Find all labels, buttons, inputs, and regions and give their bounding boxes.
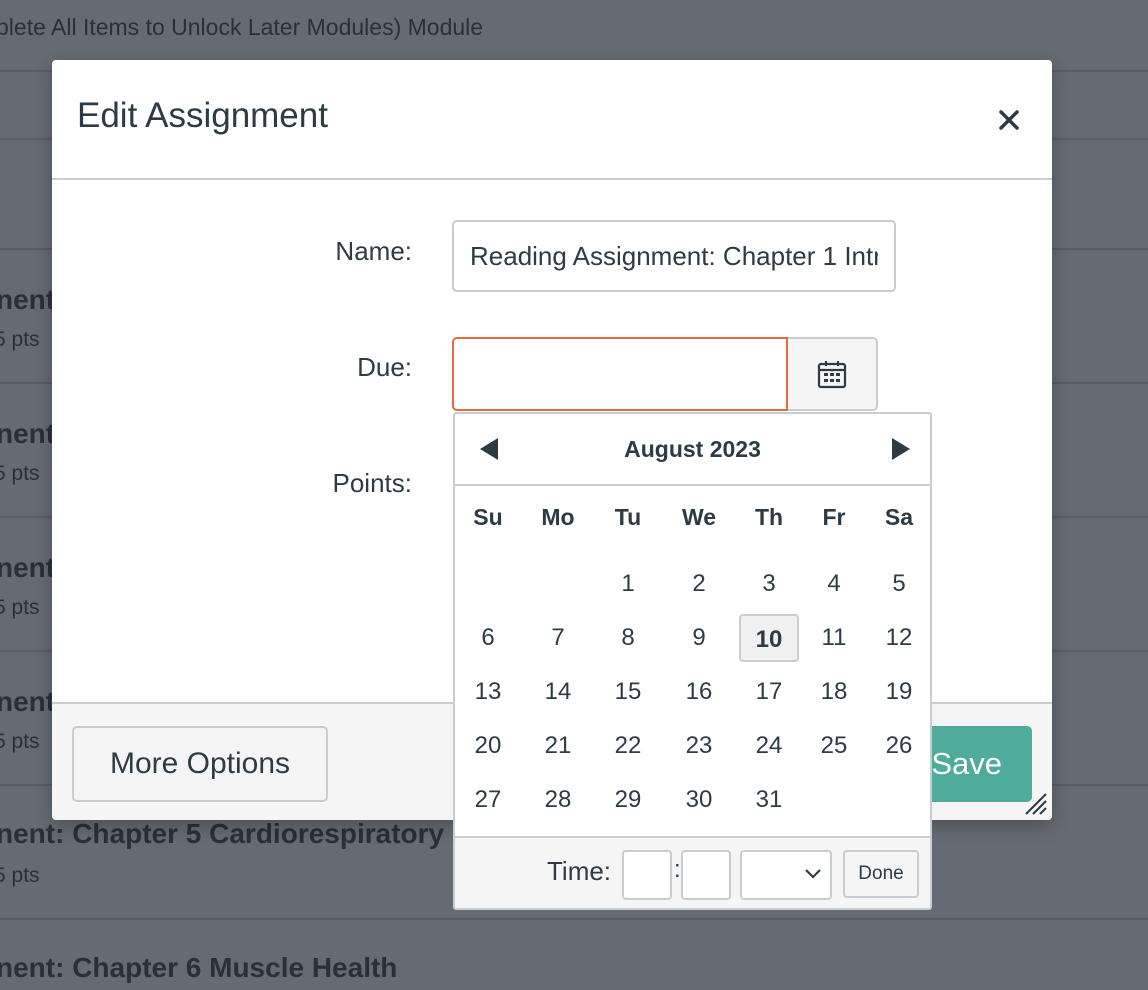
datepicker-header: August 2023: [455, 414, 930, 486]
calendar-day[interactable]: 24: [739, 722, 799, 770]
next-month-button[interactable]: [883, 432, 919, 466]
divider: [0, 918, 1148, 920]
calendar-day[interactable]: 19: [869, 668, 929, 716]
calendar-day-today[interactable]: 10: [739, 614, 799, 662]
close-icon: [999, 110, 1019, 130]
module-requirement-text: plete All Items to Unlock Later Modules)…: [0, 14, 484, 40]
calendar-day[interactable]: 5: [869, 560, 929, 608]
module-item-title[interactable]: nent: [0, 686, 55, 718]
calendar-button[interactable]: [788, 337, 878, 411]
calendar-day[interactable]: 8: [598, 614, 658, 662]
module-item-points: 5 pts: [0, 864, 40, 887]
calendar-day[interactable]: 15: [598, 668, 658, 716]
calendar-day[interactable]: 31: [739, 776, 799, 824]
time-label: Time:: [547, 856, 612, 886]
module-item-title[interactable]: nent: Chapter 6 Muscle Health: [0, 952, 397, 984]
due-date-input[interactable]: [452, 337, 788, 411]
module-item-title[interactable]: nent: [0, 284, 55, 316]
calendar-day[interactable]: 9: [669, 614, 729, 662]
close-button[interactable]: [987, 98, 1031, 142]
weekday-label: Th: [754, 504, 784, 530]
dialog-title: Edit Assignment: [77, 96, 328, 135]
calendar-day[interactable]: 13: [458, 668, 518, 716]
calendar-day[interactable]: 30: [669, 776, 729, 824]
calendar-day[interactable]: 28: [528, 776, 588, 824]
datepicker: August 2023 Su Mo Tu We Th Fr Sa 1 2 3 4 5 6 7 8 9 10 11…: [453, 412, 932, 910]
calendar-day[interactable]: 11: [804, 614, 864, 662]
module-item-points: 5 pts: [0, 730, 40, 753]
ampm-select[interactable]: [740, 850, 832, 900]
module-item-points: 5 pts: [0, 462, 40, 485]
module-item-title[interactable]: nent: [0, 418, 55, 450]
calendar-day[interactable]: 26: [869, 722, 929, 770]
calendar-day[interactable]: 6: [458, 614, 518, 662]
time-separator: :: [674, 856, 681, 883]
resize-grip-icon[interactable]: [1020, 788, 1048, 816]
due-label: Due:: [357, 352, 412, 382]
done-button[interactable]: Done: [843, 850, 919, 898]
calendar-day[interactable]: 29: [598, 776, 658, 824]
calendar-day[interactable]: 27: [458, 776, 518, 824]
calendar-day[interactable]: 14: [528, 668, 588, 716]
weekday-label: Mo: [541, 504, 575, 530]
weekday-header-row: Su Mo Tu We Th Fr Sa: [455, 504, 930, 538]
module-item-points: 5 pts: [0, 328, 40, 351]
weekday-label: Fr: [822, 504, 846, 530]
module-item-title[interactable]: nent: Chapter 5 Cardiorespiratory: [0, 818, 444, 850]
weekday-label: Tu: [614, 504, 642, 530]
calendar-day[interactable]: 1: [598, 560, 658, 608]
calendar-day[interactable]: 3: [739, 560, 799, 608]
calendar-day[interactable]: 4: [804, 560, 864, 608]
calendar-day[interactable]: 7: [528, 614, 588, 662]
dialog-header: Edit Assignment: [52, 60, 1052, 180]
hour-input[interactable]: [622, 850, 672, 900]
month-year-label: August 2023: [624, 436, 761, 462]
calendar-day[interactable]: 16: [669, 668, 729, 716]
weekday-label: Su: [473, 504, 503, 530]
name-label: Name:: [335, 236, 412, 266]
module-item-points: 5 pts: [0, 596, 40, 619]
weekday-label: Sa: [884, 504, 914, 530]
triangle-right-icon: [892, 438, 910, 460]
chevron-down-icon: [805, 869, 821, 879]
calendar-icon: [817, 361, 847, 389]
calendar-day[interactable]: 22: [598, 722, 658, 770]
minute-input[interactable]: [681, 850, 731, 900]
calendar-day[interactable]: 17: [739, 668, 799, 716]
datepicker-footer: Time: : Done: [455, 836, 930, 908]
module-item-title[interactable]: nent: [0, 552, 55, 584]
more-options-button[interactable]: More Options: [72, 726, 328, 802]
calendar-day[interactable]: 2: [669, 560, 729, 608]
calendar-day[interactable]: 25: [804, 722, 864, 770]
calendar-grid: 1 2 3 4 5 6 7 8 9 10 11 12 13 14 15 16 17 18 19 20 21 22 23 24 2…: [455, 560, 930, 830]
calendar-day[interactable]: 23: [669, 722, 729, 770]
calendar-day[interactable]: 18: [804, 668, 864, 716]
calendar-day[interactable]: 21: [528, 722, 588, 770]
calendar-day[interactable]: 20: [458, 722, 518, 770]
weekday-label: We: [681, 504, 717, 530]
points-label: Points:: [332, 468, 413, 498]
calendar-day[interactable]: 12: [869, 614, 929, 662]
name-input[interactable]: [452, 220, 896, 292]
